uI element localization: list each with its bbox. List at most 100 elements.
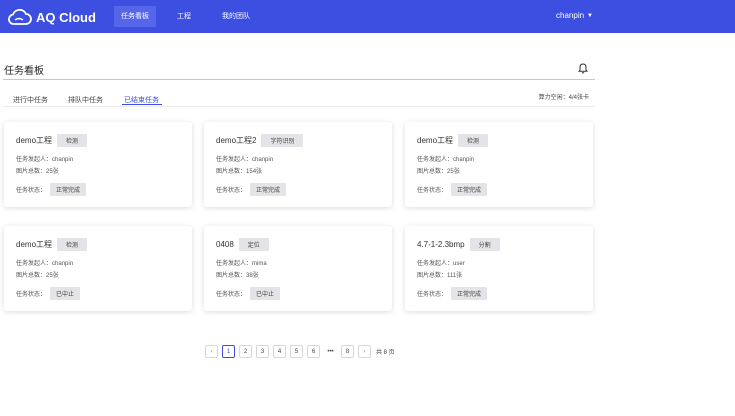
page-title: 任务看板 — [4, 66, 44, 77]
caret-down-icon: ▼ — [587, 12, 593, 19]
initiator-label: 任务发起人： — [417, 261, 454, 267]
image-count-value: 154张 — [246, 169, 263, 175]
project-name: demo工程 — [16, 136, 53, 145]
nav-task-board[interactable]: 任务看板 — [114, 6, 156, 27]
project-name: demo工程 — [16, 240, 53, 249]
status-row: 任务状态： 已中止 — [16, 287, 81, 300]
app-logo[interactable]: AQ Cloud — [6, 7, 96, 27]
divider — [3, 106, 595, 107]
card-header: 4.7-1-2.3bmp 分割 — [417, 238, 500, 251]
page-button-6[interactable]: 6 — [307, 345, 320, 358]
status-badge: 正常完成 — [250, 183, 287, 196]
status-label: 任务状态： — [417, 188, 448, 194]
task-card[interactable]: demo工程 检测 任务发起人：chanpin 图片总数：25张 任务状态： 正常完成 — [405, 122, 593, 207]
task-type-tag: 分割 — [469, 238, 500, 251]
project-name: 0408 — [216, 240, 234, 249]
image-count-row: 图片总数：154张 — [216, 166, 262, 175]
user-menu[interactable]: chanpin ▼ — [556, 11, 593, 20]
divider — [3, 79, 595, 80]
initiator-row: 任务发起人：mima — [216, 258, 267, 267]
tab-queued-tasks[interactable]: 排队中任务 — [68, 95, 103, 105]
next-page-button[interactable]: › — [358, 345, 371, 358]
image-count-label: 图片总数： — [216, 273, 247, 279]
pagination-ellipsis[interactable]: ••• — [324, 345, 337, 358]
initiator-label: 任务发起人： — [216, 261, 253, 267]
active-tab-indicator — [122, 104, 162, 105]
image-count-row: 图片总数：25张 — [16, 270, 59, 279]
card-header: demo工程2 字符识别 — [216, 134, 304, 147]
status-row: 任务状态： 正常完成 — [417, 287, 488, 300]
status-row: 任务状态： 已中止 — [216, 287, 281, 300]
nav-my-team[interactable]: 我的团队 — [215, 6, 257, 27]
initiator-value: chanpin — [252, 157, 274, 163]
task-type-tag: 检测 — [458, 134, 489, 147]
image-count-label: 图片总数： — [417, 169, 448, 175]
page-button-4[interactable]: 4 — [273, 345, 286, 358]
image-count-row: 图片总数：38张 — [216, 270, 259, 279]
image-count-value: 111张 — [447, 273, 463, 279]
page-button-last[interactable]: 8 — [341, 345, 354, 358]
status-label: 任务状态： — [16, 188, 47, 194]
status-badge: 已中止 — [250, 287, 281, 300]
image-count-row: 图片总数：111张 — [417, 270, 462, 279]
initiator-row: 任务发起人：chanpin — [216, 154, 273, 163]
card-header: demo工程 检测 — [16, 238, 88, 251]
initiator-label: 任务发起人： — [417, 157, 454, 163]
initiator-label: 任务发起人： — [16, 261, 53, 267]
total-pages-label: 共 8 页 — [376, 350, 395, 356]
compute-status: 算力空闲：4/4张卡 — [538, 95, 589, 101]
initiator-value: user — [453, 261, 465, 267]
task-card[interactable]: demo工程 检测 任务发起人：chanpin 图片总数：25张 任务状态： 正常完成 — [4, 122, 192, 207]
status-row: 任务状态： 正常完成 — [216, 183, 287, 196]
page-button-3[interactable]: 3 — [256, 345, 269, 358]
image-count-row: 图片总数：25张 — [16, 166, 59, 175]
status-badge: 正常完成 — [451, 183, 488, 196]
top-navigation-bar: AQ Cloud 任务看板 工程 我的团队 chanpin ▼ — [0, 0, 735, 33]
project-name: demo工程 — [417, 136, 454, 145]
task-type-tag: 检测 — [57, 238, 88, 251]
image-count-label: 图片总数： — [16, 273, 47, 279]
task-card[interactable]: demo工程2 字符识别 任务发起人：chanpin 图片总数：154张 任务状态： 正常… — [204, 122, 392, 207]
card-header: demo工程 检测 — [16, 134, 88, 147]
app-name: AQ Cloud — [36, 9, 96, 25]
initiator-row: 任务发起人：user — [417, 258, 465, 267]
task-type-tag: 字符识别 — [261, 134, 304, 147]
prev-page-button[interactable]: ‹ — [205, 345, 218, 358]
page-button-2[interactable]: 2 — [239, 345, 252, 358]
task-card[interactable]: 0408 定位 任务发起人：mima 图片总数：38张 任务状态： 已中止 — [204, 226, 392, 311]
initiator-value: chanpin — [52, 261, 74, 267]
image-count-row: 图片总数：25张 — [417, 166, 460, 175]
status-badge: 正常完成 — [451, 287, 488, 300]
page-button-1[interactable]: 1 — [222, 345, 235, 358]
task-card[interactable]: demo工程 检测 任务发起人：chanpin 图片总数：25张 任务状态： 已中止 — [4, 226, 192, 311]
status-row: 任务状态： 正常完成 — [16, 183, 87, 196]
username: chanpin — [556, 11, 585, 20]
initiator-value: mima — [252, 261, 267, 267]
initiator-row: 任务发起人：chanpin — [417, 154, 474, 163]
status-badge: 已中止 — [50, 287, 81, 300]
tab-running-tasks[interactable]: 进行中任务 — [13, 95, 48, 105]
status-badge: 正常完成 — [50, 183, 87, 196]
bell-icon[interactable] — [578, 63, 588, 74]
project-name: demo工程2 — [216, 136, 257, 145]
task-type-tag: 检测 — [57, 134, 88, 147]
pagination: ‹ 1 2 3 4 5 6 ••• 8 › 共 8 页 — [205, 345, 395, 358]
initiator-label: 任务发起人： — [16, 157, 53, 163]
image-count-label: 图片总数： — [216, 169, 247, 175]
status-row: 任务状态： 正常完成 — [417, 183, 488, 196]
cloud-icon — [8, 8, 32, 25]
page-button-5[interactable]: 5 — [290, 345, 303, 358]
card-header: demo工程 检测 — [417, 134, 489, 147]
task-card[interactable]: 4.7-1-2.3bmp 分割 任务发起人：user 图片总数：111张 任务状态： 正常… — [405, 226, 593, 311]
task-type-tag: 定位 — [238, 238, 269, 251]
image-count-value: 25张 — [447, 169, 460, 175]
card-header: 0408 定位 — [216, 238, 269, 251]
status-label: 任务状态： — [417, 292, 448, 298]
nav-projects[interactable]: 工程 — [170, 6, 198, 27]
initiator-row: 任务发起人：chanpin — [16, 154, 73, 163]
status-label: 任务状态： — [216, 292, 247, 298]
image-count-value: 38张 — [246, 273, 259, 279]
status-label: 任务状态： — [216, 188, 247, 194]
initiator-row: 任务发起人：chanpin — [16, 258, 73, 267]
status-label: 任务状态： — [16, 292, 47, 298]
